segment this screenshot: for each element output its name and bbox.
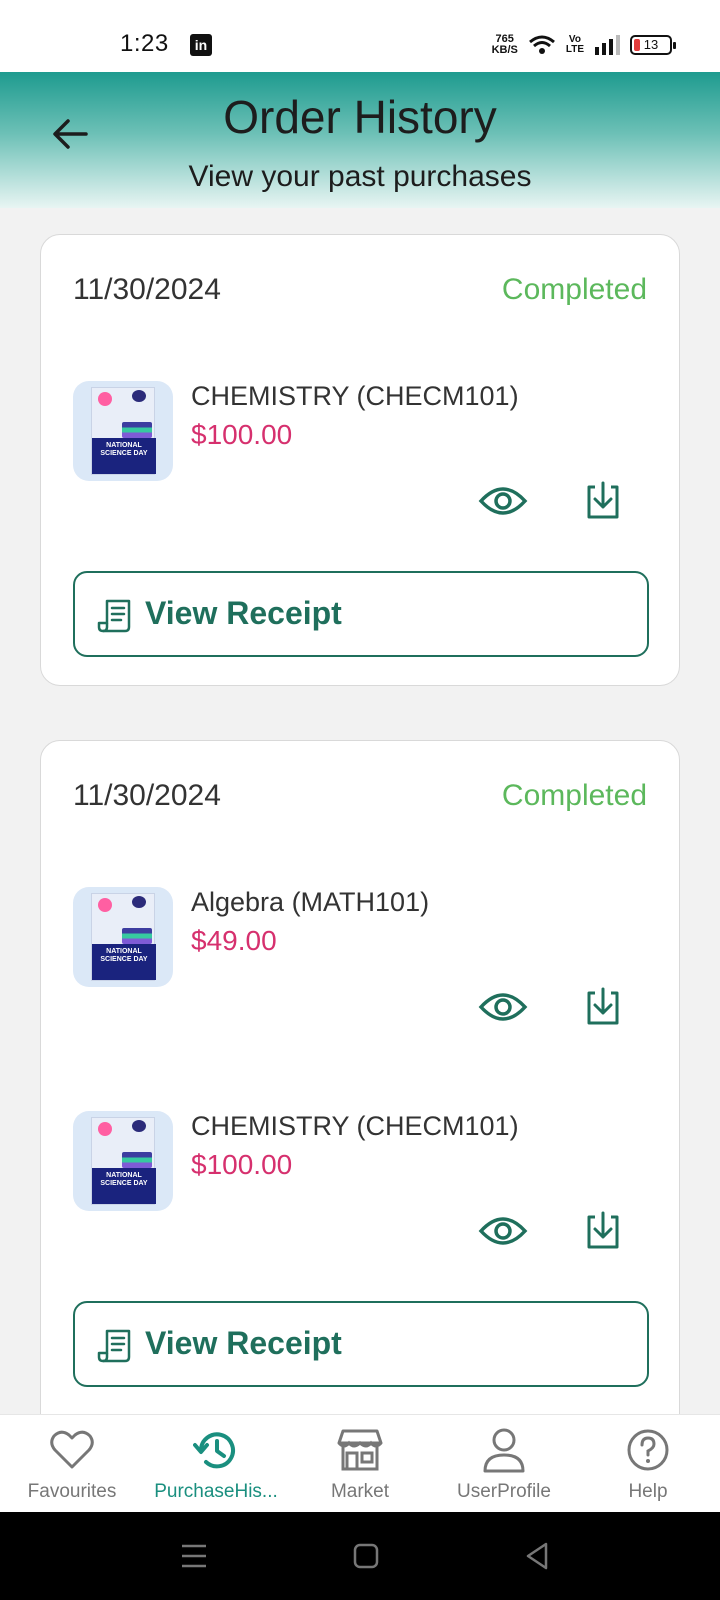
order-item: NATIONAL SCIENCE DAY CHEMISTRY (CHECM101… (73, 381, 649, 531)
download-item-button[interactable] (581, 1209, 625, 1253)
order-list[interactable]: 11/30/2024 Completed NATIONAL SCIENCE DA… (0, 208, 720, 1414)
view-receipt-label: View Receipt (145, 595, 342, 631)
nav-label: Help (628, 1481, 668, 1502)
download-item-button[interactable] (581, 479, 625, 523)
user-icon (483, 1428, 525, 1473)
download-icon (587, 1211, 619, 1249)
course-thumbnail: NATIONAL SCIENCE DAY (73, 1111, 173, 1211)
nav-purchase-history[interactable]: PurchaseHis... (144, 1415, 288, 1513)
bottom-nav: Favourites PurchaseHis... Market UserPro… (0, 1414, 720, 1512)
item-name: Algebra (MATH101) (191, 887, 430, 917)
nav-label: Market (330, 1481, 390, 1502)
nav-user-profile[interactable]: UserProfile (432, 1415, 576, 1513)
download-item-button[interactable] (581, 985, 625, 1029)
item-name: CHEMISTRY (CHECM101) (191, 1111, 519, 1141)
view-receipt-button[interactable]: View Receipt (73, 571, 649, 657)
menu-icon (182, 1544, 206, 1568)
item-name: CHEMISTRY (CHECM101) (191, 381, 519, 411)
view-receipt-label: View Receipt (145, 1325, 342, 1361)
store-icon (337, 1429, 383, 1471)
linkedin-icon: in (190, 34, 212, 56)
page-subtitle: View your past purchases (188, 160, 532, 193)
network-speed: 765 KB/S (491, 33, 518, 56)
order-date: 11/30/2024 (73, 779, 221, 812)
item-price: $49.00 (191, 925, 277, 956)
battery-indicator: 13 (630, 35, 676, 55)
nav-favourites[interactable]: Favourites (0, 1415, 144, 1513)
triangle-back-icon (526, 1542, 548, 1570)
item-price: $100.00 (191, 419, 293, 450)
page-title: Order History (223, 91, 497, 143)
download-icon (587, 481, 619, 519)
page-header: Order History View your past purchases (0, 72, 720, 208)
eye-icon (478, 1217, 528, 1245)
item-price: $100.00 (191, 1149, 293, 1180)
history-icon (193, 1432, 235, 1469)
back-system-button[interactable] (520, 1538, 556, 1574)
order-card: 11/30/2024 Completed NATIONAL SCIENCE DA… (40, 234, 680, 686)
square-icon (353, 1543, 379, 1569)
download-icon (587, 987, 619, 1025)
nav-label: PurchaseHis... (154, 1481, 278, 1502)
view-item-button[interactable] (477, 481, 529, 521)
nav-help[interactable]: Help (576, 1415, 720, 1513)
status-bar: 1:23 in 765 KB/S Vo LTE 13 (0, 0, 720, 72)
eye-icon (478, 487, 528, 515)
recents-button[interactable] (176, 1538, 212, 1574)
status-time: 1:23 (120, 30, 169, 57)
home-button[interactable] (348, 1538, 384, 1574)
nav-market[interactable]: Market (288, 1415, 432, 1513)
view-receipt-button[interactable]: View Receipt (73, 1301, 649, 1387)
receipt-icon (97, 1329, 131, 1363)
signal-icon (595, 35, 620, 55)
receipt-icon (97, 599, 131, 633)
system-nav-bar (0, 1512, 720, 1600)
order-item: NATIONAL SCIENCE DAY Algebra (MATH101) $… (73, 887, 649, 1037)
course-thumbnail: NATIONAL SCIENCE DAY (73, 887, 173, 987)
order-status: Completed (501, 779, 647, 812)
view-item-button[interactable] (477, 987, 529, 1027)
wifi-icon (528, 35, 555, 54)
heart-icon (50, 1430, 94, 1469)
course-thumbnail: NATIONAL SCIENCE DAY (73, 381, 173, 481)
order-date: 11/30/2024 (73, 273, 221, 306)
status-icons: 765 KB/S Vo LTE 13 (491, 30, 676, 60)
order-item: NATIONAL SCIENCE DAY CHEMISTRY (CHECM101… (73, 1111, 649, 1261)
volte-indicator: Vo LTE (565, 34, 584, 55)
order-card: 11/30/2024 Completed NATIONAL SCIENCE DA… (40, 740, 680, 1414)
nav-label: Favourites (27, 1481, 117, 1502)
nav-label: UserProfile (457, 1481, 551, 1502)
order-status: Completed (501, 273, 647, 306)
help-icon (627, 1429, 669, 1471)
eye-icon (478, 993, 528, 1021)
view-item-button[interactable] (477, 1211, 529, 1251)
